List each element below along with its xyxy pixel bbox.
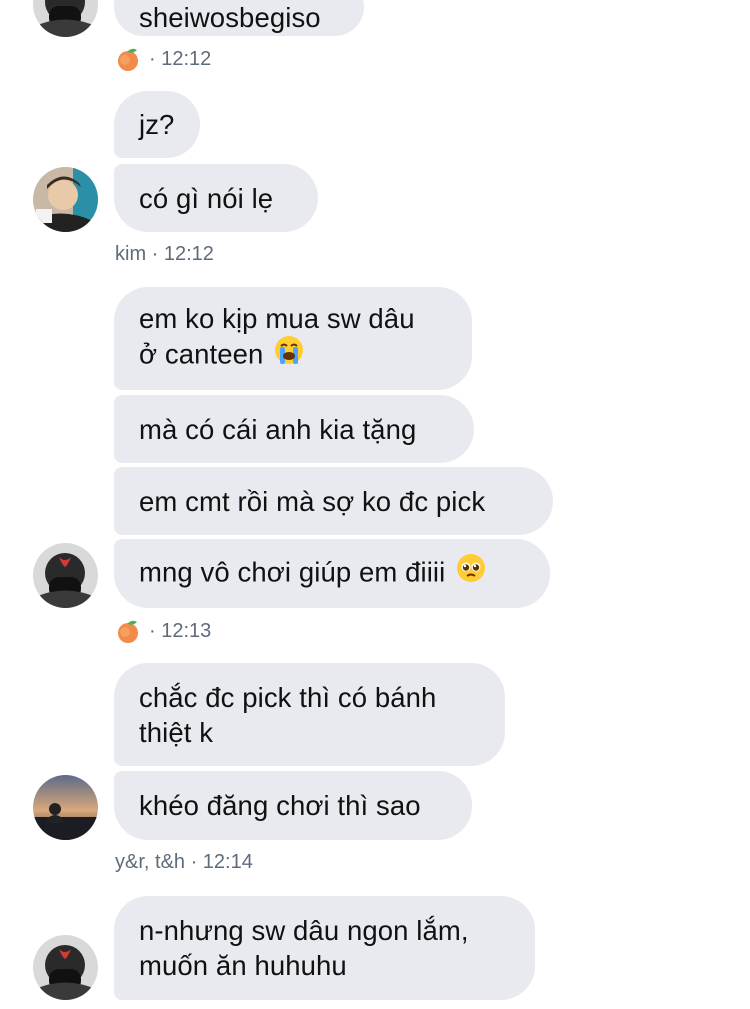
sunset-avatar-image: [33, 775, 98, 840]
message-sender-time: kim · 12:12: [115, 243, 214, 265]
message-bubble[interactable]: em cmt rồi mà sợ ko đc pick: [114, 467, 553, 535]
message-bubble[interactable]: n-nhưng sw dâu ngon lắm, muốn ăn huhuhu: [114, 896, 535, 1000]
message-bubble[interactable]: sheiwosbegiso: [114, 0, 364, 36]
masked-user-avatar-image: [33, 543, 98, 608]
message-bubble[interactable]: em ko kịp mua sw dâu ở canteen: [114, 287, 472, 390]
message-text: mng vô chơi giúp em điiii: [139, 555, 446, 587]
message-text-line: ở canteen: [139, 336, 447, 376]
message-meta: · 12:12: [115, 46, 211, 72]
message-text-line: mng vô chơi giúp em điiii: [139, 552, 525, 594]
message-text: sheiwosbegiso: [139, 1, 321, 33]
masked-user-avatar-image: [33, 0, 98, 37]
message-bubble[interactable]: chắc đc pick thì có bánh thiệt k: [114, 663, 505, 766]
message-bubble[interactable]: khéo đăng chơi thì sao: [114, 771, 472, 840]
message-time: · 12:12: [149, 47, 212, 70]
masked-user-avatar-image: [33, 935, 98, 1000]
message-time: · 12:13: [149, 619, 212, 642]
message-meta: y&r, t&h · 12:14: [115, 851, 253, 874]
pleading-face-icon: [455, 552, 487, 592]
avatar-masked-user[interactable]: [33, 543, 98, 608]
message-text: khéo đăng chơi thì sao: [139, 790, 421, 821]
message-text: chắc đc pick thì có bánh: [139, 681, 437, 713]
loudly-crying-face-icon: [273, 334, 305, 374]
message-meta: · 12:13: [115, 618, 211, 644]
peach-emoji-icon: [115, 618, 141, 644]
message-text: jz?: [139, 109, 175, 140]
message-bubble[interactable]: có gì nói lẹ: [114, 164, 318, 232]
message-text: em cmt rồi mà sợ ko đc pick: [139, 485, 486, 517]
message-text: em ko kịp mua sw dâu: [139, 303, 415, 334]
kim-avatar-image: [33, 167, 98, 232]
avatar-group-user[interactable]: [33, 775, 98, 840]
message-text: có gì nói lẹ: [139, 182, 274, 214]
avatar-masked-user[interactable]: [33, 935, 98, 1000]
peach-emoji-icon: [115, 46, 141, 72]
message-bubble[interactable]: jz?: [114, 91, 200, 158]
message-text: mà có cái anh kia tặng: [139, 413, 417, 445]
message-text: muốn ăn huhuhu: [139, 950, 347, 981]
message-text: n-nhưng sw dâu ngon lắm,: [139, 915, 469, 946]
message-sender-time: y&r, t&h · 12:14: [115, 851, 253, 873]
message-bubble[interactable]: mng vô chơi giúp em điiii: [114, 539, 550, 608]
message-meta: kim · 12:12: [115, 243, 214, 266]
avatar-masked-user[interactable]: [33, 0, 98, 37]
message-bubble[interactable]: mà có cái anh kia tặng: [114, 395, 474, 463]
avatar-kim[interactable]: [33, 167, 98, 232]
message-text: ở canteen: [139, 338, 264, 370]
message-text: thiệt k: [139, 716, 214, 748]
